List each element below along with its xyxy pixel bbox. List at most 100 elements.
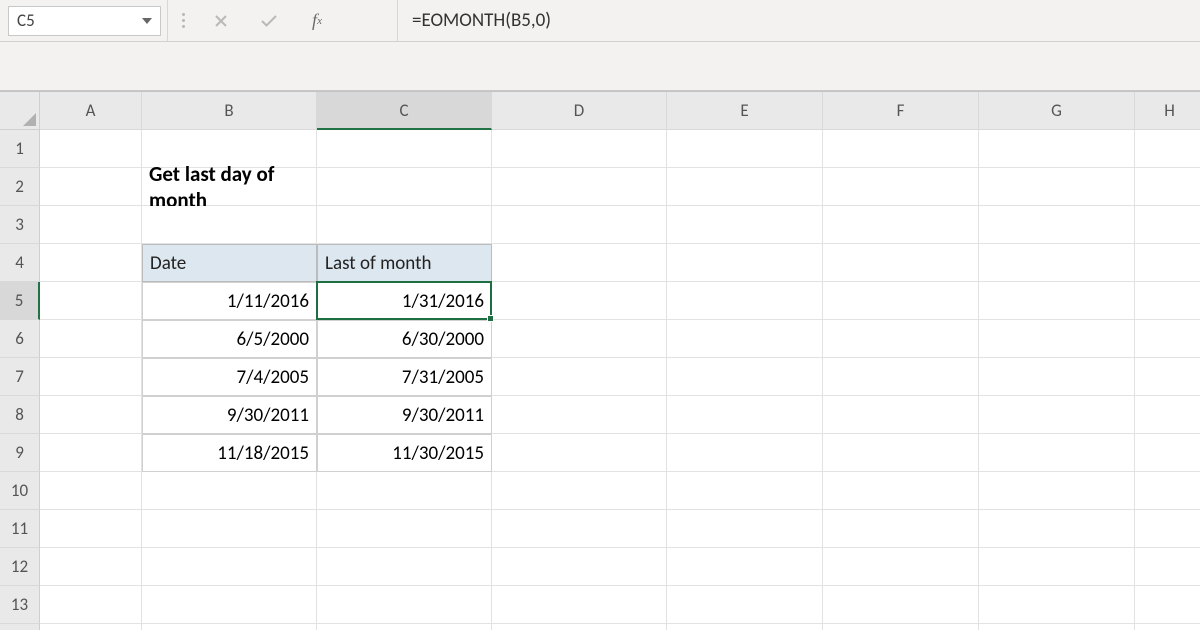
cell-A4[interactable] bbox=[40, 244, 142, 282]
cell-A8[interactable] bbox=[40, 396, 142, 434]
cell-H7[interactable] bbox=[1135, 358, 1200, 396]
row-header-11[interactable]: 11 bbox=[0, 510, 40, 548]
cell-C4[interactable]: Last of month bbox=[317, 244, 492, 282]
cell-C5[interactable]: 1/31/2016 bbox=[317, 282, 492, 320]
cell-A6[interactable] bbox=[40, 320, 142, 358]
cell-G3[interactable] bbox=[979, 206, 1135, 244]
cell-D3[interactable] bbox=[492, 206, 667, 244]
cell-B7[interactable]: 7/4/2005 bbox=[142, 358, 317, 396]
worksheet-grid[interactable]: ABCDEFGH12Get last day of month34DateLas… bbox=[0, 92, 1200, 630]
row-header-5[interactable]: 5 bbox=[0, 282, 40, 320]
row-header-14[interactable]: 14 bbox=[0, 624, 40, 630]
cell-G1[interactable] bbox=[979, 130, 1135, 168]
cell-H1[interactable] bbox=[1135, 130, 1200, 168]
cell-G8[interactable] bbox=[979, 396, 1135, 434]
cell-E13[interactable] bbox=[667, 586, 823, 624]
cell-D10[interactable] bbox=[492, 472, 667, 510]
cell-H8[interactable] bbox=[1135, 396, 1200, 434]
row-header-10[interactable]: 10 bbox=[0, 472, 40, 510]
cell-H9[interactable] bbox=[1135, 434, 1200, 472]
column-header-H[interactable]: H bbox=[1135, 92, 1200, 130]
cell-F3[interactable] bbox=[823, 206, 979, 244]
cell-H11[interactable] bbox=[1135, 510, 1200, 548]
row-header-8[interactable]: 8 bbox=[0, 396, 40, 434]
cell-G10[interactable] bbox=[979, 472, 1135, 510]
cell-D1[interactable] bbox=[492, 130, 667, 168]
row-header-13[interactable]: 13 bbox=[0, 586, 40, 624]
cell-F6[interactable] bbox=[823, 320, 979, 358]
cell-B10[interactable] bbox=[142, 472, 317, 510]
cell-D9[interactable] bbox=[492, 434, 667, 472]
row-header-7[interactable]: 7 bbox=[0, 358, 40, 396]
column-header-A[interactable]: A bbox=[40, 92, 142, 130]
cell-E6[interactable] bbox=[667, 320, 823, 358]
cell-B5[interactable]: 1/11/2016 bbox=[142, 282, 317, 320]
cell-D8[interactable] bbox=[492, 396, 667, 434]
cell-C1[interactable] bbox=[317, 130, 492, 168]
chevron-down-icon[interactable] bbox=[142, 18, 152, 24]
cell-E7[interactable] bbox=[667, 358, 823, 396]
cell-B8[interactable]: 9/30/2011 bbox=[142, 396, 317, 434]
cell-G6[interactable] bbox=[979, 320, 1135, 358]
cell-H3[interactable] bbox=[1135, 206, 1200, 244]
cell-B11[interactable] bbox=[142, 510, 317, 548]
cell-D14[interactable] bbox=[492, 624, 667, 630]
column-header-D[interactable]: D bbox=[492, 92, 667, 130]
cell-D12[interactable] bbox=[492, 548, 667, 586]
cell-H5[interactable] bbox=[1135, 282, 1200, 320]
cell-A2[interactable] bbox=[40, 168, 142, 206]
cell-A13[interactable] bbox=[40, 586, 142, 624]
cell-D13[interactable] bbox=[492, 586, 667, 624]
cell-C13[interactable] bbox=[317, 586, 492, 624]
cell-F2[interactable] bbox=[823, 168, 979, 206]
row-header-2[interactable]: 2 bbox=[0, 168, 40, 206]
select-all-corner[interactable] bbox=[0, 92, 40, 130]
cell-D11[interactable] bbox=[492, 510, 667, 548]
cell-D6[interactable] bbox=[492, 320, 667, 358]
cell-G4[interactable] bbox=[979, 244, 1135, 282]
cell-D2[interactable] bbox=[492, 168, 667, 206]
cell-G13[interactable] bbox=[979, 586, 1135, 624]
cell-H12[interactable] bbox=[1135, 548, 1200, 586]
cell-A3[interactable] bbox=[40, 206, 142, 244]
cell-A14[interactable] bbox=[40, 624, 142, 630]
cell-G2[interactable] bbox=[979, 168, 1135, 206]
cell-H6[interactable] bbox=[1135, 320, 1200, 358]
cell-E14[interactable] bbox=[667, 624, 823, 630]
row-header-3[interactable]: 3 bbox=[0, 206, 40, 244]
cell-G14[interactable] bbox=[979, 624, 1135, 630]
cell-G9[interactable] bbox=[979, 434, 1135, 472]
cell-H10[interactable] bbox=[1135, 472, 1200, 510]
row-header-9[interactable]: 9 bbox=[0, 434, 40, 472]
cell-H4[interactable] bbox=[1135, 244, 1200, 282]
cell-E11[interactable] bbox=[667, 510, 823, 548]
cell-B3[interactable] bbox=[142, 206, 317, 244]
cell-C11[interactable] bbox=[317, 510, 492, 548]
cell-E9[interactable] bbox=[667, 434, 823, 472]
cell-G11[interactable] bbox=[979, 510, 1135, 548]
cell-E12[interactable] bbox=[667, 548, 823, 586]
cell-C3[interactable] bbox=[317, 206, 492, 244]
cell-B6[interactable]: 6/5/2000 bbox=[142, 320, 317, 358]
cell-E10[interactable] bbox=[667, 472, 823, 510]
cell-B12[interactable] bbox=[142, 548, 317, 586]
column-header-G[interactable]: G bbox=[979, 92, 1135, 130]
cell-A1[interactable] bbox=[40, 130, 142, 168]
column-header-B[interactable]: B bbox=[142, 92, 317, 130]
cell-D4[interactable] bbox=[492, 244, 667, 282]
row-header-12[interactable]: 12 bbox=[0, 548, 40, 586]
row-header-1[interactable]: 1 bbox=[0, 130, 40, 168]
cell-B9[interactable]: 11/18/2015 bbox=[142, 434, 317, 472]
cell-E1[interactable] bbox=[667, 130, 823, 168]
cell-C6[interactable]: 6/30/2000 bbox=[317, 320, 492, 358]
column-header-F[interactable]: F bbox=[823, 92, 979, 130]
cell-H2[interactable] bbox=[1135, 168, 1200, 206]
cell-A7[interactable] bbox=[40, 358, 142, 396]
cancel-icon[interactable] bbox=[209, 0, 233, 41]
cell-B2[interactable]: Get last day of month bbox=[142, 168, 317, 206]
cell-A5[interactable] bbox=[40, 282, 142, 320]
cell-G7[interactable] bbox=[979, 358, 1135, 396]
cell-F10[interactable] bbox=[823, 472, 979, 510]
column-header-C[interactable]: C bbox=[317, 92, 492, 130]
row-header-4[interactable]: 4 bbox=[0, 244, 40, 282]
